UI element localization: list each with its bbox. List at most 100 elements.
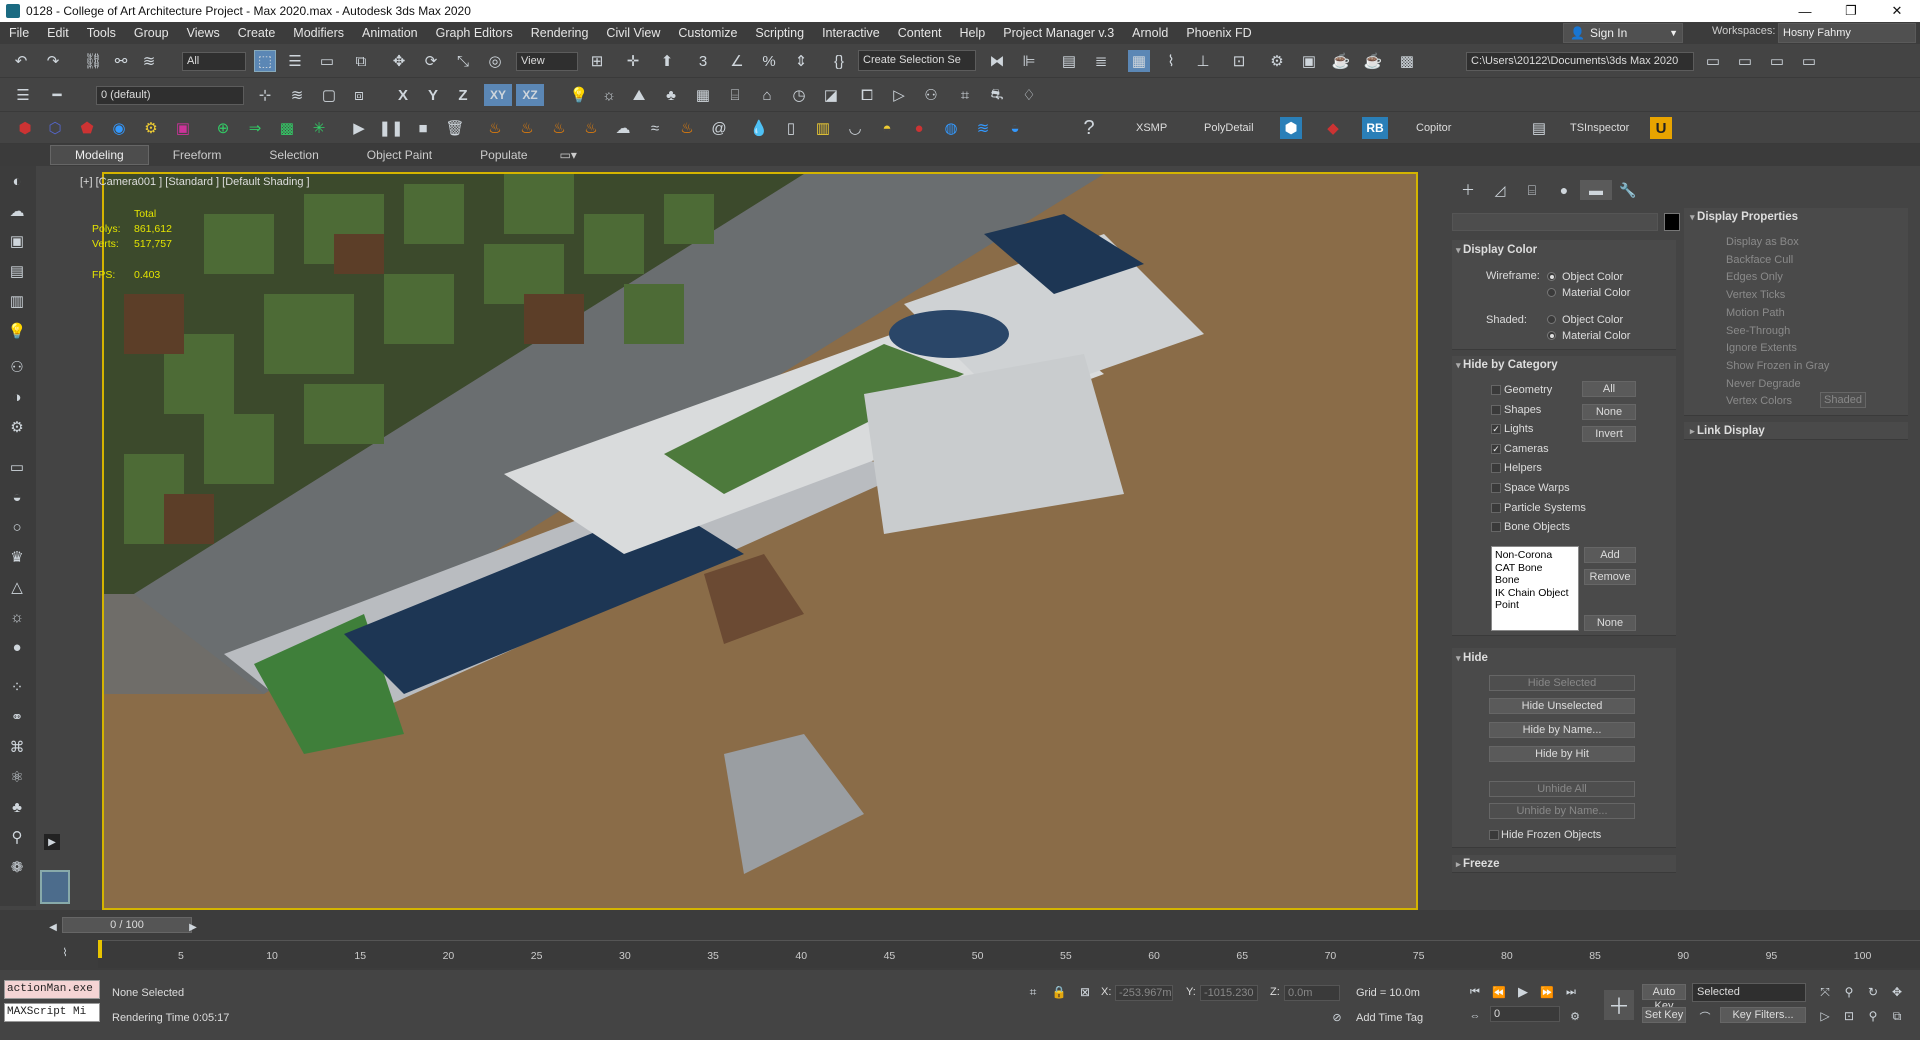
unhide-all-button[interactable]: Unhide All [1489,781,1635,797]
transform-box-icon[interactable]: ▩ [276,117,298,139]
left-tool-20-icon[interactable]: ⚛ [6,766,28,788]
current-frame-field[interactable]: 0 [1490,1006,1560,1022]
go-to-start-icon[interactable]: ⏮ [1464,981,1486,1003]
minimize-button[interactable]: — [1782,0,1828,22]
wave-icon[interactable]: ≋ [972,117,994,139]
tab-selection[interactable]: Selection [245,146,342,164]
workspaces-dropdown[interactable]: Hosny Fahmy [1778,23,1916,43]
fire-icon[interactable]: ♨ [484,117,506,139]
people-icon[interactable]: ⚇ [920,84,942,106]
render-setup-icon[interactable]: ⚙ [1266,50,1288,72]
y-coord-field[interactable]: -1015.230 [1200,985,1258,1001]
menu-tools[interactable]: Tools [78,22,125,44]
select-in-layer-icon[interactable]: ▢ [318,84,340,106]
link-display-header[interactable]: Link Display [1690,425,1765,437]
absolute-mode-icon[interactable]: ⊠ [1074,981,1096,1003]
camera-viewport[interactable] [102,172,1418,910]
redo-icon[interactable]: ↷ [42,50,64,72]
category-all-button[interactable]: All [1582,381,1636,397]
scale-icon[interactable]: ⤡ [452,50,474,72]
layer-dropdown[interactable]: 0 (default) [96,86,244,105]
transform-globe-icon[interactable]: ⊕ [212,117,234,139]
zoom-all-icon[interactable]: ⊡ [1838,1005,1860,1027]
crop-icon[interactable]: ⌗ [954,84,976,106]
display-property-item[interactable]: Backface Cull [1726,254,1793,266]
filter-remove-button[interactable]: Remove [1584,569,1636,585]
ocean-icon[interactable]: ◒ [1004,117,1026,139]
category-checkbox[interactable] [1491,483,1501,493]
create-tab-icon[interactable]: ＋ [1452,180,1484,200]
maxscript-listener-2[interactable]: MAXScript Mi [4,1003,100,1022]
orbit-icon[interactable]: ↻ [1862,981,1884,1003]
menu-project-manager[interactable]: Project Manager v.3 [994,22,1123,44]
project-path-dropdown[interactable]: C:\Users\20122\Documents\3ds Max 2020 [1466,52,1694,71]
menu-rendering[interactable]: Rendering [522,22,598,44]
display-properties-header[interactable]: Display Properties [1690,211,1798,223]
tab-freeform[interactable]: Freeform [149,146,246,164]
menu-scripting[interactable]: Scripting [746,22,813,44]
sun-icon[interactable]: ☼ [598,84,620,106]
create-layer-icon[interactable]: ⊹ [254,84,276,106]
red-circle-icon[interactable]: ● [908,117,930,139]
set-key-button[interactable]: Set Key [1642,1007,1686,1023]
left-tool-23-icon[interactable]: ❁ [6,856,28,878]
zoom-extents-icon[interactable]: ⤧ [1814,981,1836,1003]
key-filters-button[interactable]: Key Filters... [1720,1007,1806,1023]
render-production-icon[interactable]: ☕ [1330,50,1352,72]
menu-animation[interactable]: Animation [353,22,427,44]
beer-icon[interactable]: ▥ [812,117,834,139]
scene-explorer-icon[interactable]: ▤ [1058,50,1080,72]
shape-box-icon[interactable]: ▣ [172,117,194,139]
hierarchy-tab-icon[interactable]: ⌸ [1516,180,1548,200]
z-coord-field[interactable]: 0.0m [1284,985,1340,1001]
viewport-icon[interactable]: ◪ [820,84,842,106]
filter-list-item[interactable]: CAT Bone [1495,562,1575,575]
cube-red-plugin-icon[interactable]: ◆ [1322,117,1344,139]
display-color-header[interactable]: Display Color [1456,244,1537,256]
maxscript-listener-1[interactable]: actionMan.exe [4,980,100,999]
menu-create[interactable]: Create [229,22,285,44]
schematic-view-icon[interactable]: ⊥ [1192,50,1214,72]
keyboard-shortcut-icon[interactable]: ⬆ [656,50,678,72]
axis-z-button[interactable]: Z [452,84,474,106]
current-frame-marker[interactable] [98,940,102,958]
viewport-thumbnail[interactable] [40,870,70,904]
auto-key-button[interactable]: Auto Key [1642,984,1686,1012]
shaded-material-color-radio[interactable] [1547,331,1556,340]
menu-views[interactable]: Views [178,22,229,44]
left-tool-7-icon[interactable]: ⚇ [6,356,28,378]
menu-graph-editors[interactable]: Graph Editors [427,22,522,44]
play-animation-icon[interactable]: ▶ [1512,981,1534,1003]
left-tool-8-icon[interactable]: ◑ [6,386,28,408]
reference-coordinate-dropdown[interactable]: View [516,52,578,71]
wind-icon[interactable]: ≈ [644,117,666,139]
key-mode-icon[interactable]: ⇔ [1464,1005,1486,1027]
mirror-icon[interactable]: ⧓ [986,50,1008,72]
pivot-center-icon[interactable]: ⊞ [586,50,608,72]
trash-icon[interactable]: 🗑 [444,117,466,139]
left-tool-19-icon[interactable]: ⌘ [6,736,28,758]
category-checkbox[interactable]: ✓ [1491,443,1501,454]
left-tool-15-icon[interactable]: ☼ [6,606,28,628]
menu-customize[interactable]: Customize [669,22,746,44]
edit-named-selection-icon[interactable]: {} [828,50,850,72]
timeline-prev-icon[interactable]: ◀ [42,916,64,938]
modify-tab-icon[interactable]: ◿ [1484,180,1516,200]
snapshot-icon[interactable]: ▷ [888,84,910,106]
polydetail-button[interactable]: PolyDetail [1204,122,1254,134]
menu-arnold[interactable]: Arnold [1123,22,1177,44]
object-color-swatch[interactable] [1664,213,1680,231]
time-tag-icon[interactable]: ⊘ [1326,1006,1348,1028]
select-by-name-icon[interactable]: ☰ [284,50,306,72]
dome-icon[interactable]: ◓ [876,117,898,139]
axis-x-button[interactable]: X [392,84,414,106]
shape-ring-icon[interactable]: ⚙ [140,117,162,139]
left-tool-1-icon[interactable]: ◐ [6,170,28,192]
bowl-icon[interactable]: ◡ [844,117,866,139]
left-tool-18-icon[interactable]: ⚭ [6,706,28,728]
menu-edit[interactable]: Edit [38,22,78,44]
fire-2-icon[interactable]: ♨ [516,117,538,139]
help-icon[interactable]: ? [1078,117,1100,139]
display-property-item[interactable]: Display as Box [1726,236,1799,248]
link-icon[interactable]: ⛓ [82,50,104,72]
